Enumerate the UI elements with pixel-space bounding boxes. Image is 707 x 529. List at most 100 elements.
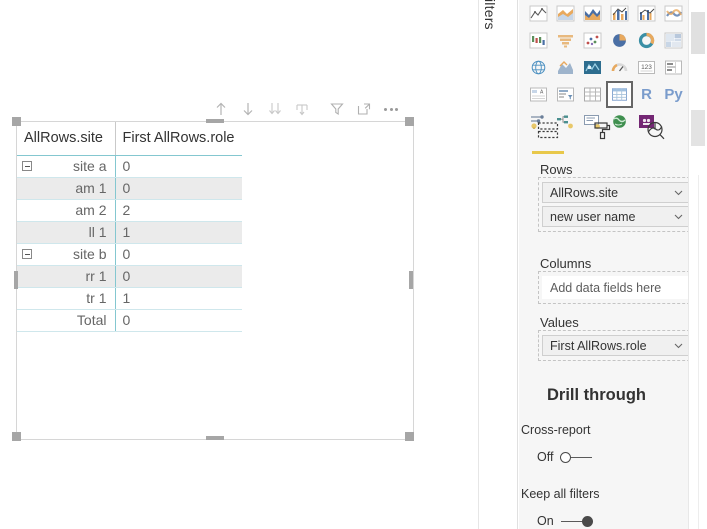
- row-header-cell[interactable]: site b: [17, 243, 116, 266]
- scatter-chart-icon[interactable]: [579, 27, 606, 54]
- row-header-cell[interactable]: am 1: [17, 177, 116, 200]
- ribbon-chart-icon[interactable]: [660, 0, 687, 27]
- values-well-title: Values: [540, 315, 579, 330]
- cross-report-toggle[interactable]: [560, 451, 593, 464]
- field-chip-allrows-site[interactable]: AllRows.site: [542, 182, 688, 203]
- donut-chart-icon[interactable]: [633, 27, 660, 54]
- pie-chart-icon[interactable]: [606, 27, 633, 54]
- chevron-down-icon[interactable]: [671, 210, 685, 224]
- focus-mode-icon[interactable]: [353, 98, 375, 120]
- tab-format[interactable]: [583, 120, 621, 154]
- funnel-chart-icon[interactable]: [552, 27, 579, 54]
- scrollbar-thumb-secondary[interactable]: [691, 110, 705, 146]
- cross-report-state-label: Off: [537, 450, 554, 464]
- chevron-down-icon[interactable]: [671, 186, 685, 200]
- row-value-cell[interactable]: 1: [115, 221, 242, 244]
- resize-handle-top-center[interactable]: [206, 119, 224, 123]
- line-clustered-column-chart-icon[interactable]: [633, 0, 660, 27]
- table-icon[interactable]: [579, 81, 606, 108]
- row-value-cell[interactable]: 0: [115, 155, 242, 178]
- r-script-visual-icon[interactable]: R: [633, 81, 660, 108]
- tab-fields[interactable]: [529, 120, 567, 154]
- scrollbar-thumb[interactable]: [691, 12, 705, 54]
- drill-mode-icon[interactable]: [291, 98, 313, 120]
- line-stacked-column-chart-icon[interactable]: [606, 0, 633, 27]
- filled-map-icon[interactable]: [552, 54, 579, 81]
- stacked-area-line-chart-icon[interactable]: [525, 0, 552, 27]
- field-chip-new-user-name[interactable]: new user name: [542, 206, 688, 227]
- matrix-visual[interactable]: AllRows.site First AllRows.role site a 0: [16, 121, 414, 440]
- python-visual-icon[interactable]: Py: [660, 81, 687, 108]
- filter-icon[interactable]: [326, 98, 348, 120]
- row-header-label: Total: [76, 312, 107, 328]
- area-chart-icon[interactable]: [552, 0, 579, 27]
- row-value-cell[interactable]: 0: [115, 243, 242, 266]
- treemap-icon[interactable]: [660, 27, 687, 54]
- table-row[interactable]: site a 0: [17, 155, 242, 178]
- more-options-icon[interactable]: [380, 98, 402, 120]
- resize-handle-bottom-center[interactable]: [206, 436, 224, 440]
- column-header-values[interactable]: First AllRows.role: [115, 122, 242, 156]
- row-header-label: site a: [73, 158, 107, 174]
- svg-text:123: 123: [641, 64, 652, 71]
- column-header-rows[interactable]: AllRows.site: [17, 122, 116, 156]
- row-header-cell[interactable]: am 2: [17, 199, 116, 222]
- table-row[interactable]: am 1 0: [17, 177, 242, 200]
- pane-divider: [698, 175, 699, 529]
- resize-handle-top-left[interactable]: [12, 117, 21, 126]
- row-header-cell[interactable]: tr 1: [17, 287, 116, 310]
- multi-row-card-icon[interactable]: [660, 54, 687, 81]
- field-chip-first-allrows-role[interactable]: First AllRows.role: [542, 335, 688, 356]
- collapse-icon[interactable]: [22, 161, 32, 171]
- resize-handle-bottom-right[interactable]: [405, 432, 414, 441]
- table-row[interactable]: ll 1 1: [17, 221, 242, 244]
- resize-handle-right-middle[interactable]: [409, 271, 413, 289]
- columns-well-placeholder[interactable]: Add data fields here: [542, 276, 688, 299]
- row-value-cell[interactable]: 0: [115, 177, 242, 200]
- values-well[interactable]: First AllRows.role: [538, 330, 688, 361]
- filters-pane-collapsed[interactable]: Filters: [478, 0, 518, 529]
- toggle-knob[interactable]: [581, 515, 593, 527]
- cross-report-toggle-row[interactable]: Off: [537, 450, 593, 464]
- resize-handle-top-right[interactable]: [405, 117, 414, 126]
- table-row[interactable]: rr 1 0: [17, 265, 242, 288]
- report-canvas[interactable]: AllRows.site First AllRows.role site a 0: [0, 0, 478, 529]
- row-value-cell[interactable]: 1: [115, 287, 242, 310]
- expand-all-icon[interactable]: [264, 98, 286, 120]
- fields-pane-edge[interactable]: [688, 0, 707, 529]
- cross-report-label: Cross-report: [521, 423, 591, 437]
- slicer-icon[interactable]: [552, 81, 579, 108]
- drill-down-icon[interactable]: [237, 98, 259, 120]
- columns-well[interactable]: Add data fields here: [538, 271, 688, 304]
- keep-all-filters-toggle[interactable]: [560, 515, 593, 528]
- stacked-area-chart-icon[interactable]: [579, 0, 606, 27]
- rows-well[interactable]: AllRows.site new user name: [538, 177, 688, 232]
- table-row[interactable]: tr 1 1: [17, 287, 242, 310]
- card-icon[interactable]: 123: [633, 54, 660, 81]
- row-header-label: tr 1: [86, 290, 107, 306]
- waterfall-chart-icon[interactable]: [525, 27, 552, 54]
- row-header-cell[interactable]: rr 1: [17, 265, 116, 288]
- resize-handle-left-middle[interactable]: [14, 271, 18, 289]
- row-header-cell[interactable]: site a: [17, 155, 116, 178]
- kpi-icon[interactable]: A: [525, 81, 552, 108]
- gauge-icon[interactable]: [606, 54, 633, 81]
- map-icon[interactable]: [525, 54, 552, 81]
- table-row-total[interactable]: Total 0: [17, 309, 242, 332]
- table-row[interactable]: am 2 2: [17, 199, 242, 222]
- drill-up-icon[interactable]: [210, 98, 232, 120]
- row-value-cell-total[interactable]: 0: [115, 309, 242, 332]
- row-value-cell[interactable]: 0: [115, 265, 242, 288]
- resize-handle-bottom-left[interactable]: [12, 432, 21, 441]
- table-row[interactable]: site b 0: [17, 243, 242, 266]
- row-value-cell[interactable]: 2: [115, 199, 242, 222]
- row-header-cell-total[interactable]: Total: [17, 309, 116, 332]
- row-header-cell[interactable]: ll 1: [17, 221, 116, 244]
- tab-analytics[interactable]: [637, 120, 675, 154]
- matrix-icon[interactable]: [606, 81, 633, 108]
- chevron-down-icon[interactable]: [671, 339, 685, 353]
- keep-all-filters-toggle-row[interactable]: On: [537, 514, 593, 528]
- toggle-knob[interactable]: [560, 451, 572, 463]
- collapse-icon[interactable]: [22, 249, 32, 259]
- shape-map-icon[interactable]: [579, 54, 606, 81]
